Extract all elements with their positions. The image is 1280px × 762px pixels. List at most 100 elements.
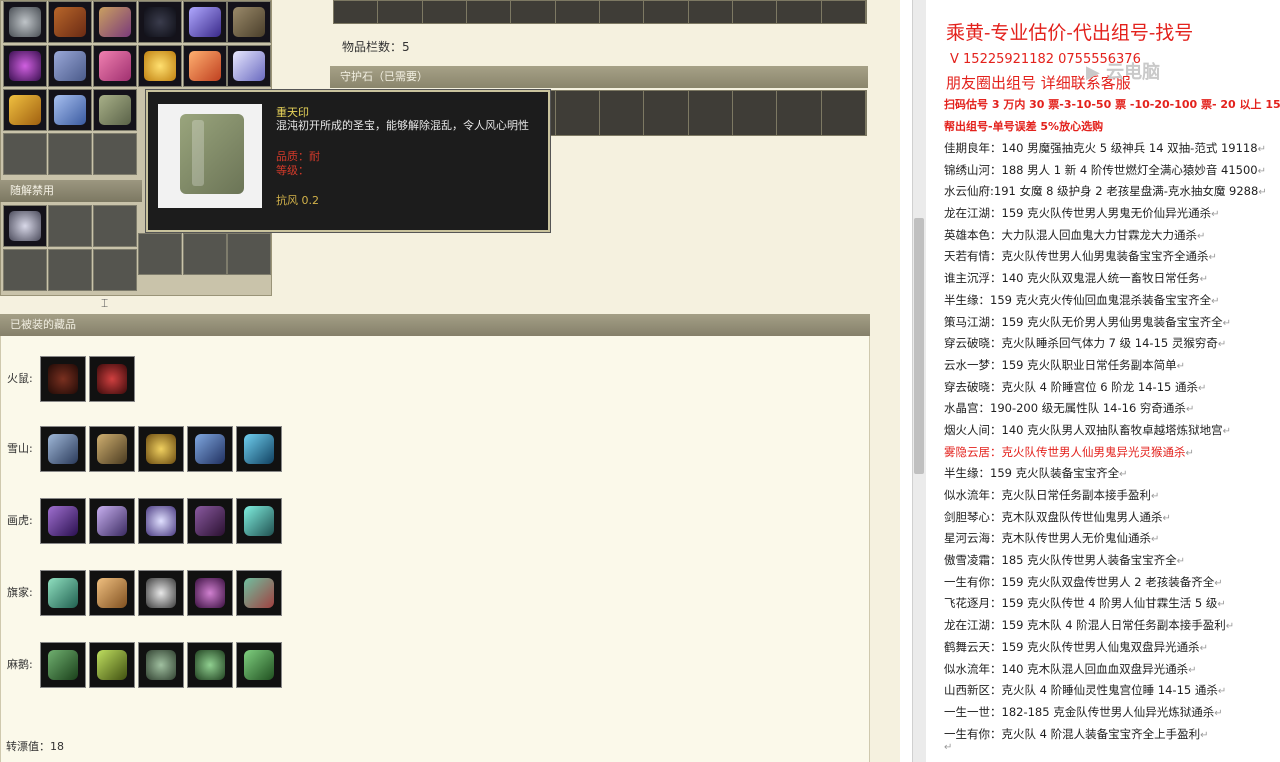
inventory-slot[interactable] <box>183 45 227 87</box>
list-item-text: 星河云海：克木队传世男人无价鬼仙通杀 <box>944 531 1151 546</box>
equip-slot[interactable] <box>40 570 86 616</box>
list-item: 龙在江湖：159 克火队传世男人男鬼无价仙异光通杀↵ <box>944 203 1274 225</box>
inventory-slot[interactable] <box>3 249 47 291</box>
storage-slot[interactable] <box>334 1 379 23</box>
potion-item-icon <box>99 51 131 81</box>
list-item: 似水流年：140 克木队混人回血血双盘异光通杀↵ <box>944 659 1274 681</box>
inventory-slot[interactable] <box>227 45 271 87</box>
tooltip-item-image <box>158 104 262 208</box>
equip-slot[interactable] <box>40 498 86 544</box>
inventory-slot[interactable] <box>3 1 47 43</box>
storage-slot[interactable] <box>378 1 423 23</box>
equip-slot[interactable] <box>89 356 135 402</box>
storage-slot[interactable] <box>733 1 778 23</box>
seal-item-icon <box>99 95 131 125</box>
inventory-slot[interactable] <box>227 1 271 43</box>
tiger-item-icon <box>48 506 78 536</box>
list-item: 佳期良年：140 男魔强抽克火 5 级神兵 14 双抽-范式 19118↵ <box>944 138 1274 160</box>
equip-slot[interactable] <box>187 498 233 544</box>
storage-slot[interactable] <box>556 91 600 135</box>
price-tiers: 扫码估号 3 万内 30 票-3-10-50 票 -10-20-100 票- 2… <box>944 98 1280 111</box>
snow-item-icon <box>244 434 274 464</box>
equip-slot[interactable] <box>89 570 135 616</box>
inventory-slot[interactable] <box>48 205 92 247</box>
inventory-slot[interactable] <box>48 249 92 291</box>
equip-slot[interactable] <box>236 642 282 688</box>
equip-slot[interactable] <box>187 642 233 688</box>
list-item-text: 龙在江湖：159 克火队传世男人男鬼无价仙异光通杀 <box>944 206 1212 221</box>
inventory-slot[interactable] <box>227 233 271 275</box>
scrollbar-thumb[interactable] <box>914 218 924 474</box>
storage-slot[interactable] <box>822 91 866 135</box>
equip-slot[interactable] <box>40 356 86 402</box>
inventory-slot[interactable] <box>3 45 47 87</box>
storage-slot[interactable] <box>511 1 556 23</box>
storage-slot[interactable] <box>733 91 778 135</box>
document-title: 乘黄-专业估价-代出组号-找号 <box>946 22 1194 44</box>
storage-slot[interactable] <box>689 1 733 23</box>
list-item: 锦绣山河：188 男人 1 新 4 阶传世燃灯全满心猿妙音 41500↵ <box>944 160 1274 182</box>
inventory-slot[interactable] <box>183 1 227 43</box>
equip-row-label: 雪山: <box>7 442 33 455</box>
paragraph-mark-icon: ↵ <box>1214 577 1223 589</box>
equip-slot[interactable] <box>89 426 135 472</box>
watermark-logo: ▶ 云电脑 <box>1086 62 1161 83</box>
inventory-slot[interactable] <box>93 133 137 175</box>
equip-slot[interactable] <box>89 642 135 688</box>
equipped-collection-header: 已被装的藏品 <box>0 314 870 336</box>
storage-slot[interactable] <box>777 91 822 135</box>
equip-slot[interactable] <box>138 426 184 472</box>
inventory-slot[interactable] <box>138 233 182 275</box>
equip-slot[interactable] <box>138 642 184 688</box>
storage-slot[interactable] <box>644 1 689 23</box>
list-item: 烟火人间：140 克火队男人双抽队畜牧卓越塔炼狱地宫↵ <box>944 420 1274 442</box>
equip-slot[interactable] <box>138 498 184 544</box>
equip-slot[interactable] <box>40 642 86 688</box>
inventory-slot[interactable] <box>93 45 137 87</box>
list-item-text: 山西新区：克火队 4 阶睡仙灵性鬼宫位睡 14-15 通杀 <box>944 683 1218 698</box>
inventory-slot[interactable] <box>48 45 92 87</box>
equip-slot[interactable] <box>236 426 282 472</box>
storage-slot[interactable] <box>600 1 645 23</box>
equip-slot[interactable] <box>236 570 282 616</box>
account-list: 佳期良年：140 男魔强抽克火 5 级神兵 14 双抽-范式 19118↵ 锦绣山… <box>944 138 1274 745</box>
inventory-slot[interactable] <box>48 1 92 43</box>
inventory-slot[interactable] <box>138 1 182 43</box>
inventory-slot[interactable] <box>48 133 92 175</box>
storage-slot[interactable] <box>777 1 822 23</box>
storage-slot[interactable] <box>423 1 467 23</box>
crystal-item-icon <box>189 7 221 37</box>
storage-slot[interactable] <box>644 91 689 135</box>
scroll-item-icon <box>54 7 86 37</box>
inventory-slot[interactable] <box>138 45 182 87</box>
list-item: 龙在江湖：159 克木队 4 阶混人日常任务副本接手盈利↵ <box>944 615 1274 637</box>
list-item: 策马江湖：159 克火队无价男人男仙男鬼装备宝宝齐全↵ <box>944 312 1274 334</box>
equip-slot[interactable] <box>40 426 86 472</box>
inventory-slot[interactable] <box>48 89 92 131</box>
inventory-slot[interactable] <box>3 89 47 131</box>
inventory-slot[interactable] <box>3 205 47 247</box>
equip-row-label: 旗家: <box>7 586 33 599</box>
equip-slot[interactable] <box>138 570 184 616</box>
equip-slot[interactable] <box>236 498 282 544</box>
inventory-slot[interactable] <box>93 1 137 43</box>
inventory-slot[interactable] <box>3 133 47 175</box>
inventory-slot[interactable] <box>93 205 137 247</box>
storage-slot[interactable] <box>556 1 600 23</box>
list-item-text: 烟火人间：140 克火队男人双抽队畜牧卓越塔炼狱地宫 <box>944 422 1223 437</box>
equip-slot[interactable] <box>187 426 233 472</box>
list-item-text: 一生有你：159 克火队双盘传世男人 2 老孩装备齐全 <box>944 574 1215 589</box>
paragraph-mark-icon: ↵ <box>1200 729 1209 741</box>
inventory-slot[interactable] <box>183 233 227 275</box>
equip-slot[interactable] <box>89 498 135 544</box>
list-item-text: 似水流年：克火队日常任务副本接手盈利 <box>944 488 1151 502</box>
goose-item-icon <box>244 650 274 680</box>
storage-slot[interactable] <box>600 91 645 135</box>
inventory-slot[interactable] <box>93 89 137 131</box>
storage-slot[interactable] <box>467 1 512 23</box>
storage-slot[interactable] <box>822 1 866 23</box>
inventory-slot[interactable] <box>93 249 137 291</box>
equip-slot[interactable] <box>187 570 233 616</box>
goose-item-icon <box>195 650 225 680</box>
storage-slot[interactable] <box>689 91 733 135</box>
